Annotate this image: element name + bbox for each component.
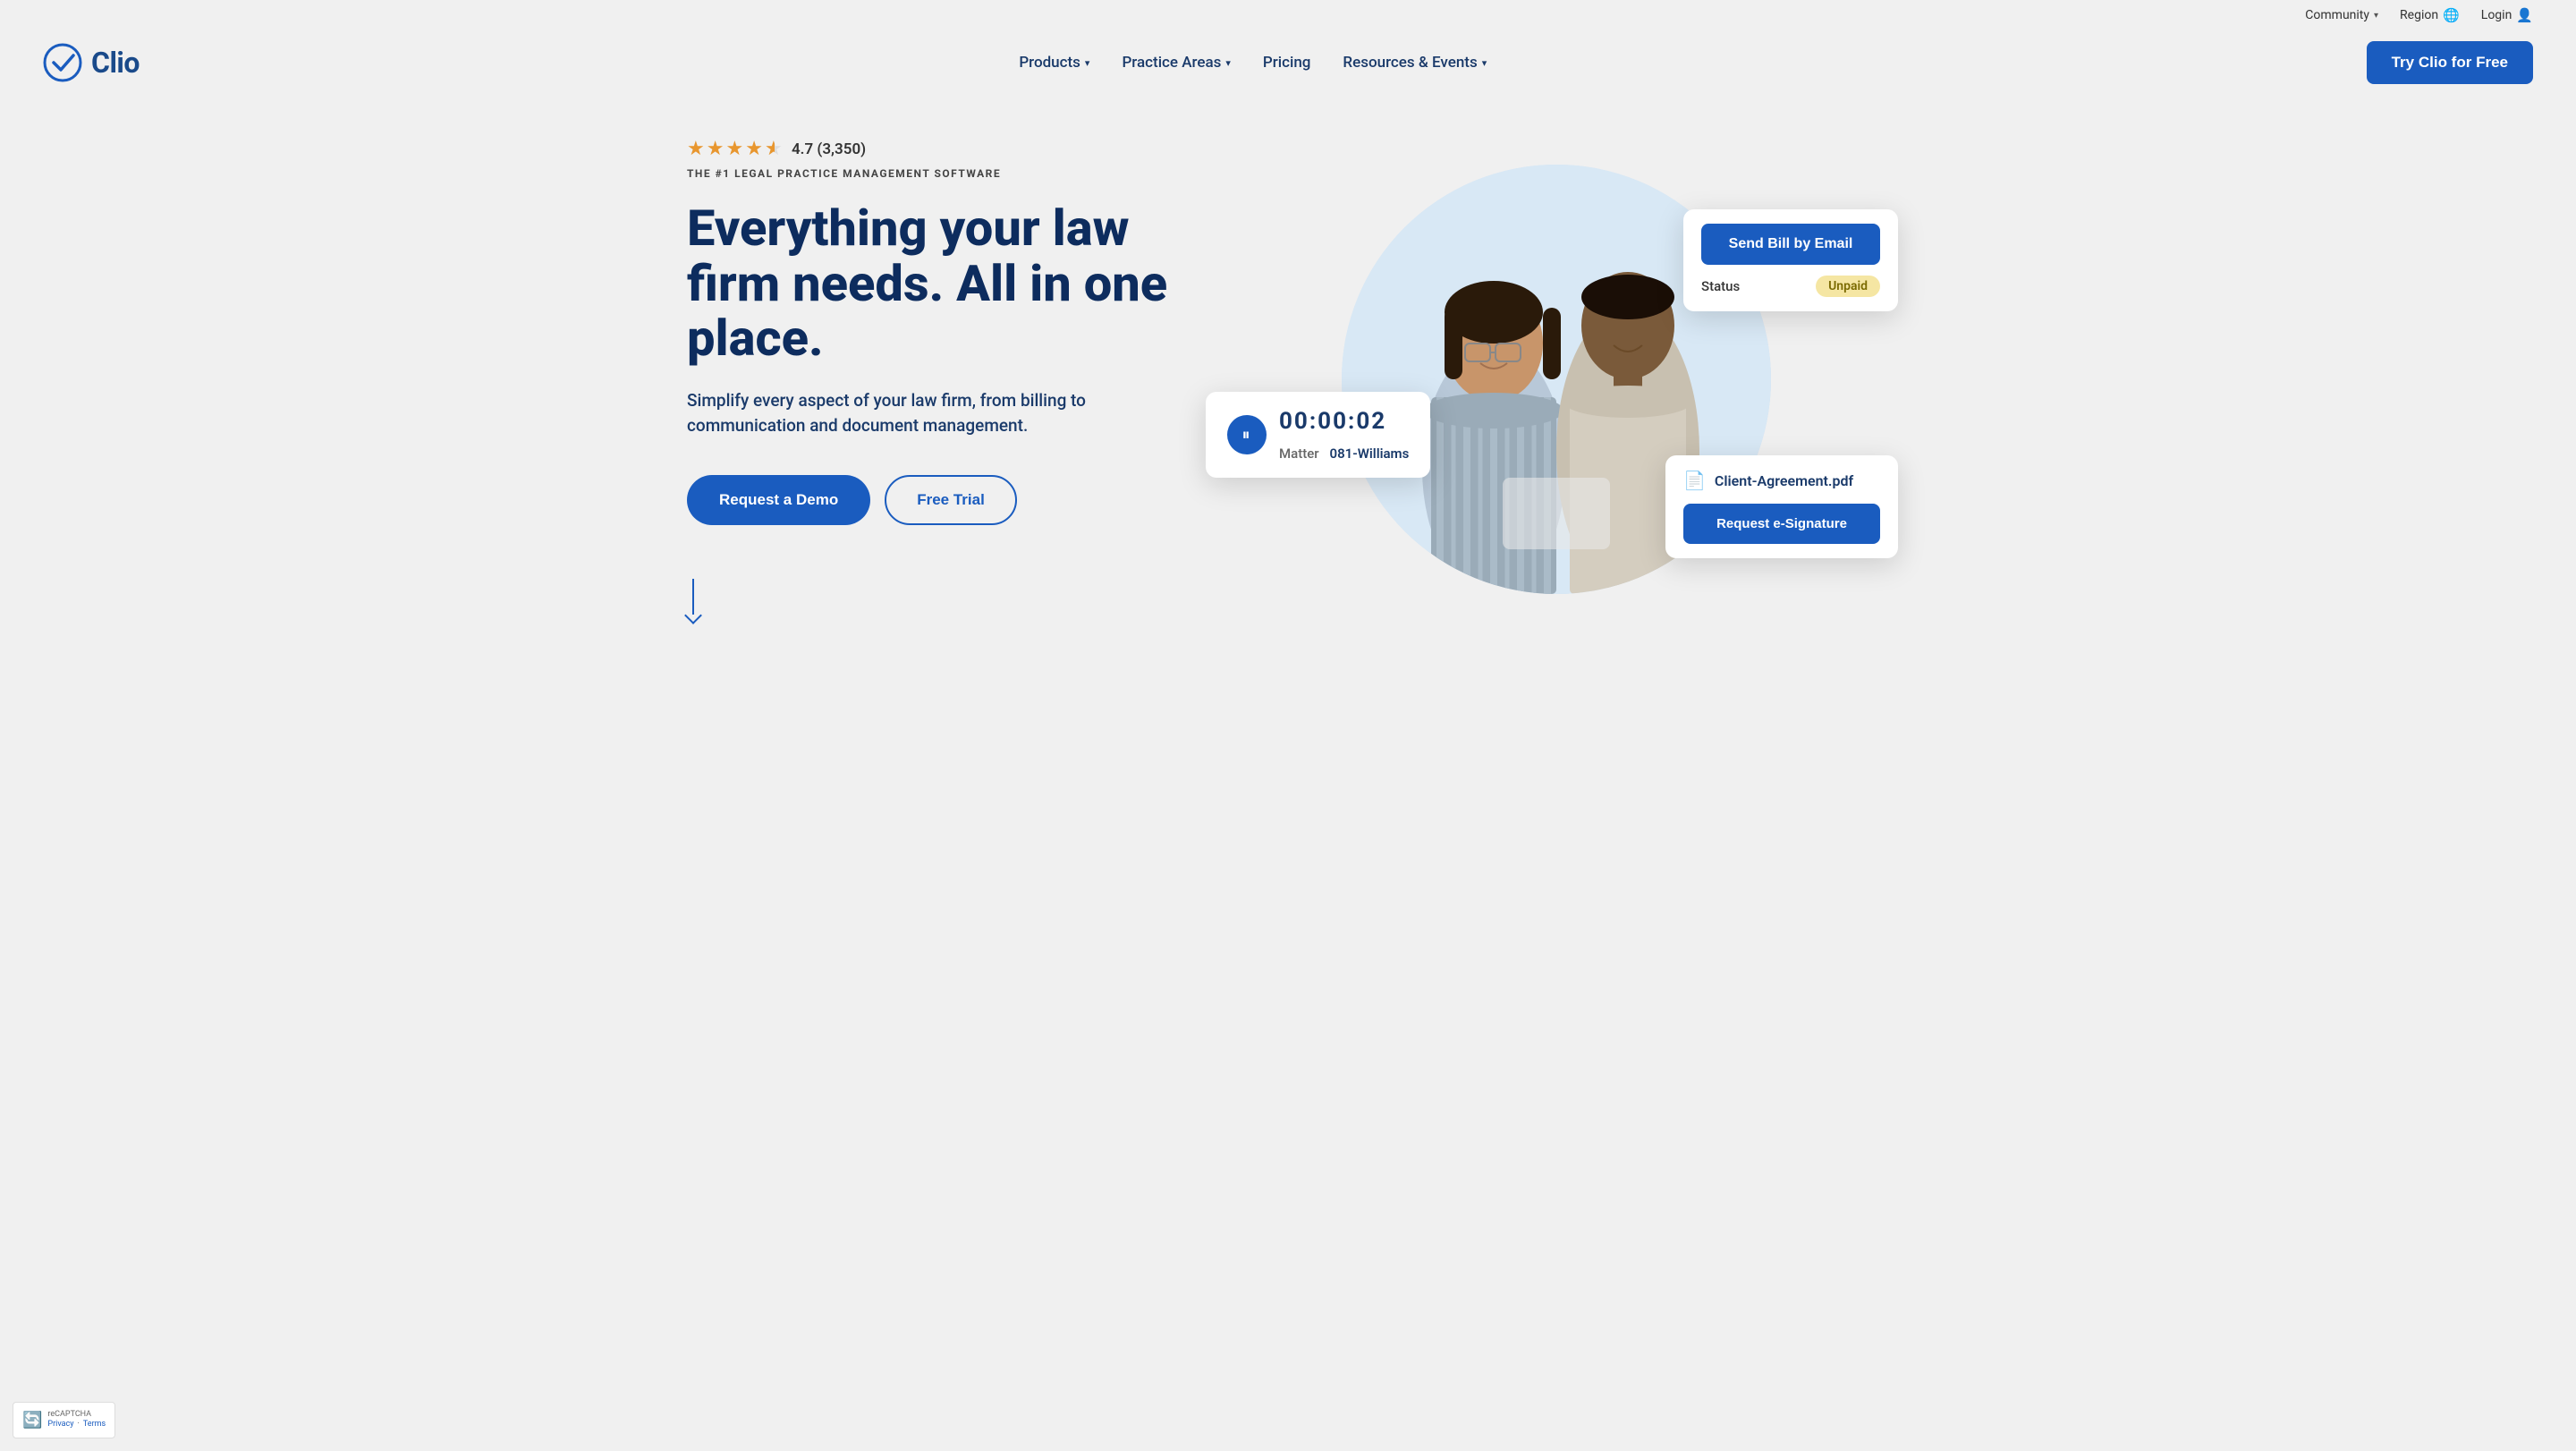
star-3: ★ xyxy=(725,138,743,160)
recaptcha-badge: 🔄 reCAPTCHA Privacy · Terms xyxy=(13,1402,115,1438)
login-link[interactable]: Login 👤 xyxy=(2481,7,2533,23)
stars: ★ ★ ★ ★ ★ ★ xyxy=(687,138,784,160)
star-2: ★ xyxy=(707,138,724,160)
rating-row: ★ ★ ★ ★ ★ ★ 4.7 (3,350) xyxy=(687,138,1224,160)
globe-icon: 🌐 xyxy=(2443,7,2460,23)
hero-tagline: THE #1 LEGAL PRACTICE MANAGEMENT SOFTWAR… xyxy=(687,167,1224,180)
hero-headline: Everything your law firm needs. All in o… xyxy=(687,201,1224,367)
logo-text: Clio xyxy=(91,46,140,80)
user-icon: 👤 xyxy=(2516,7,2533,23)
hero-buttons: Request a Demo Free Trial xyxy=(687,475,1224,525)
region-label: Region xyxy=(2400,8,2438,22)
products-chevron: ▾ xyxy=(1085,57,1090,69)
community-chevron: ▾ xyxy=(2374,11,2378,21)
community-label: Community xyxy=(2305,8,2369,22)
nav-practice-areas[interactable]: Practice Areas ▾ xyxy=(1109,47,1242,79)
scroll-arrow[interactable] xyxy=(687,579,1224,622)
pause-button[interactable]: ⏸ xyxy=(1227,415,1267,454)
timer-time: 00:00:02 xyxy=(1279,408,1409,435)
request-demo-button[interactable]: Request a Demo xyxy=(687,475,870,525)
region-link[interactable]: Region 🌐 xyxy=(2400,7,2460,23)
status-label: Status xyxy=(1701,278,1740,294)
bill-card: Send Bill by Email Status Unpaid xyxy=(1683,209,1898,311)
scroll-head xyxy=(684,607,702,624)
matter-label: Matter xyxy=(1279,445,1319,462)
free-trial-button[interactable]: Free Trial xyxy=(885,475,1017,525)
nav-products[interactable]: Products ▾ xyxy=(1006,47,1102,79)
nav-cta-button[interactable]: Try Clio for Free xyxy=(2367,41,2533,84)
nav-links: Products ▾ Practice Areas ▾ Pricing Reso… xyxy=(1006,47,1499,79)
logo[interactable]: Clio xyxy=(43,43,140,82)
logo-icon xyxy=(43,43,82,82)
resources-chevron: ▾ xyxy=(1482,57,1487,69)
recaptcha-icon: 🔄 xyxy=(22,1411,42,1430)
hero-content: ★ ★ ★ ★ ★ ★ 4.7 (3,350) THE #1 LEGAL PRA… xyxy=(687,138,1224,622)
send-bill-button[interactable]: Send Bill by Email xyxy=(1701,224,1880,265)
esig-button[interactable]: Request e-Signature xyxy=(1683,504,1880,544)
doc-card: 📄 Client-Agreement.pdf Request e-Signatu… xyxy=(1665,455,1898,558)
doc-filename: Client-Agreement.pdf xyxy=(1715,472,1853,489)
timer-display: 00:00:02 Matter 081-Williams xyxy=(1279,408,1409,462)
terms-link[interactable]: Terms xyxy=(83,1420,106,1430)
hero-subtext: Simplify every aspect of your law firm, … xyxy=(687,388,1116,439)
star-4: ★ xyxy=(745,138,763,160)
pause-icon: ⏸ xyxy=(1242,426,1252,445)
star-1: ★ xyxy=(687,138,705,160)
login-label: Login xyxy=(2481,8,2512,22)
hero-visual: ⏸ 00:00:02 Matter 081-Williams Send Bill… xyxy=(1224,156,1889,603)
timer-card: ⏸ 00:00:02 Matter 081-Williams xyxy=(1206,392,1430,478)
privacy-link[interactable]: Privacy xyxy=(47,1420,73,1430)
practice-chevron: ▾ xyxy=(1225,57,1231,69)
matter-row: Matter 081-Williams xyxy=(1279,445,1409,462)
status-badge: Unpaid xyxy=(1816,276,1880,297)
nav-resources[interactable]: Resources & Events ▾ xyxy=(1330,47,1499,79)
nav-pricing[interactable]: Pricing xyxy=(1250,47,1324,79)
status-row: Status Unpaid xyxy=(1701,276,1880,297)
navbar: Clio Products ▾ Practice Areas ▾ Pricing… xyxy=(0,30,2576,102)
top-bar: Community ▾ Region 🌐 Login 👤 xyxy=(0,0,2576,30)
matter-value: 081-Williams xyxy=(1330,445,1410,462)
rating-value: 4.7 (3,350) xyxy=(792,140,866,158)
pdf-icon: 📄 xyxy=(1683,470,1706,491)
hero-section: ★ ★ ★ ★ ★ ★ 4.7 (3,350) THE #1 LEGAL PRA… xyxy=(644,102,1932,675)
star-half: ★ ★ xyxy=(765,138,784,160)
doc-row: 📄 Client-Agreement.pdf xyxy=(1683,470,1880,491)
community-link[interactable]: Community ▾ xyxy=(2305,8,2378,22)
recaptcha-text: reCAPTCHA Privacy · Terms xyxy=(47,1410,106,1430)
